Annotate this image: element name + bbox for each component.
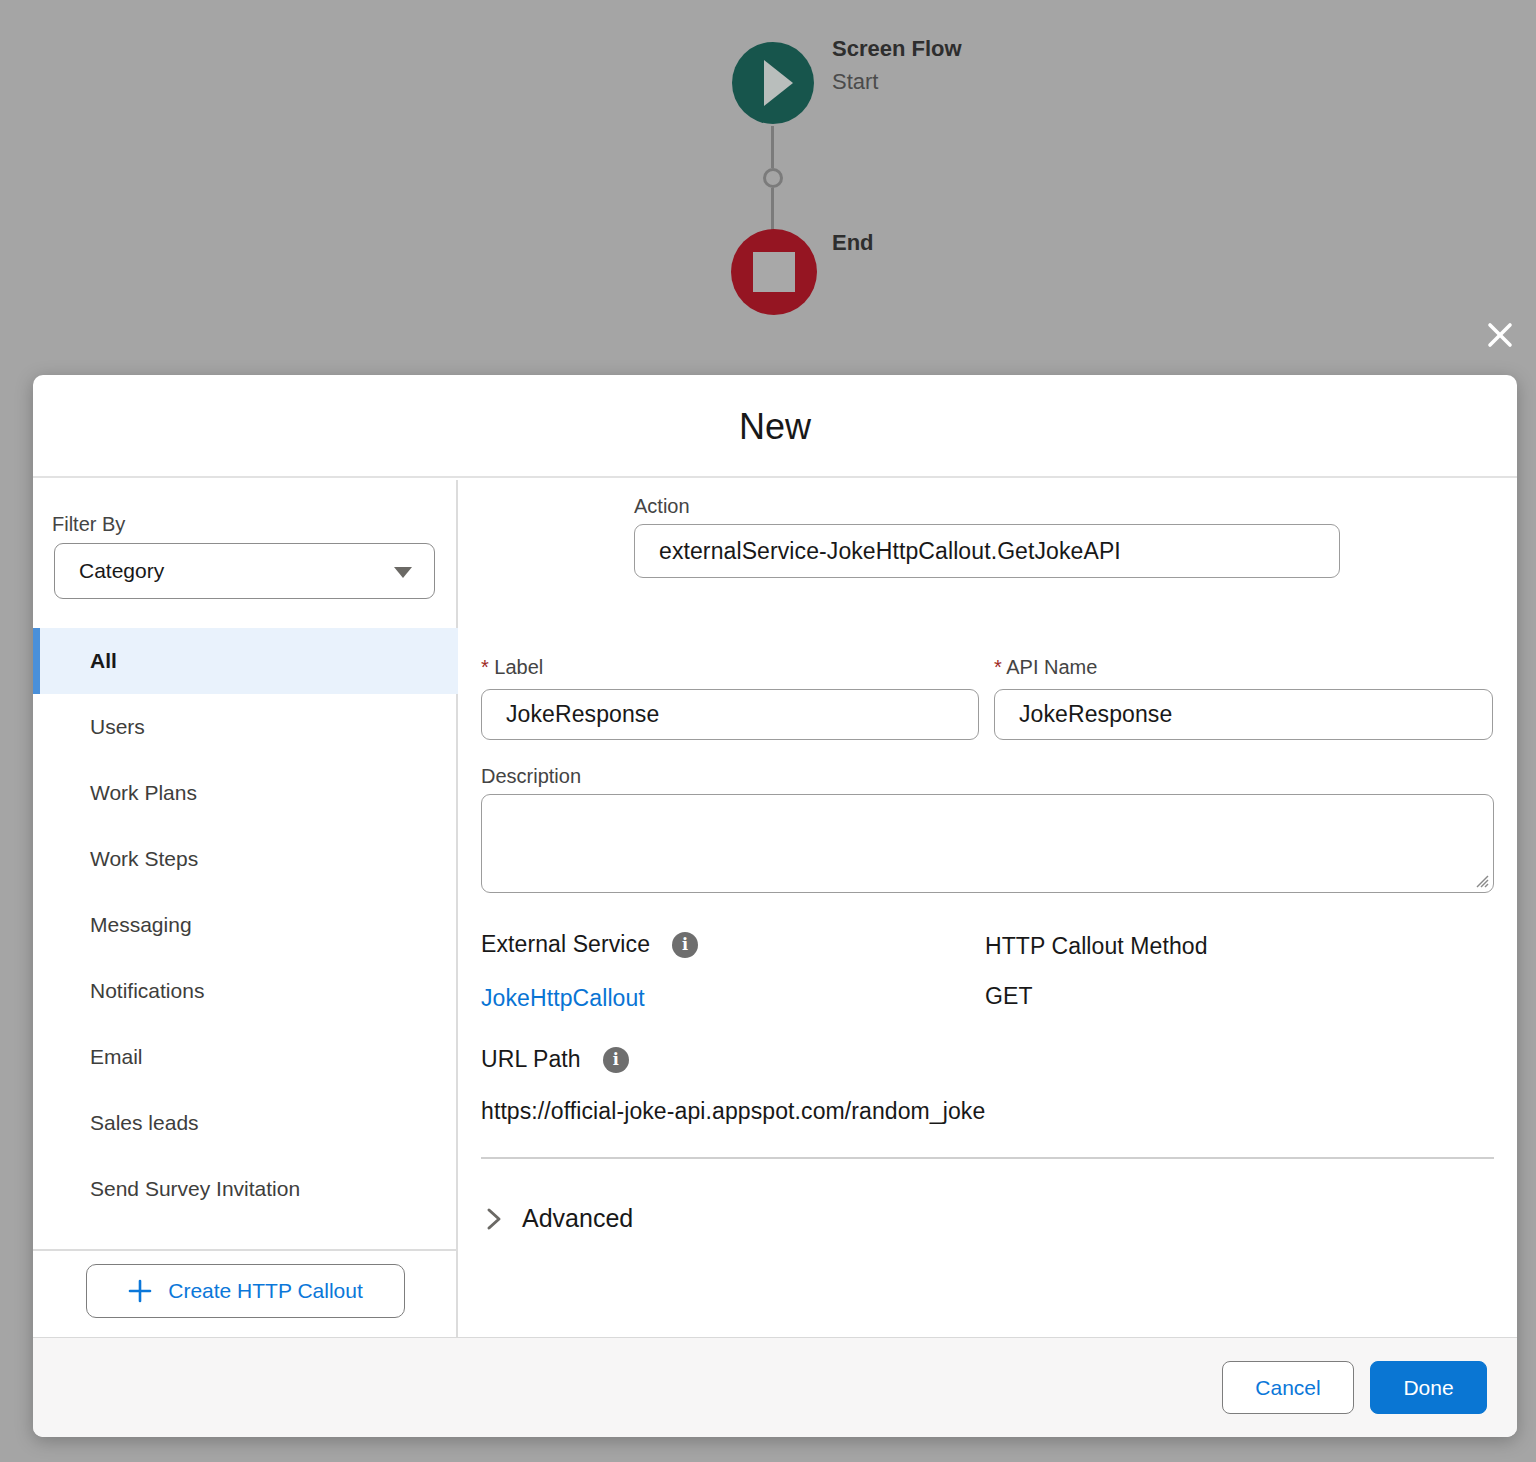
chevron-down-icon (394, 567, 412, 578)
start-node-title: Screen Flow (832, 36, 962, 62)
end-node[interactable] (731, 229, 817, 315)
sidebar-divider (33, 1249, 458, 1251)
start-node[interactable] (732, 42, 814, 124)
done-button[interactable]: Done (1370, 1361, 1487, 1414)
url-path-value: https://official-joke-api.appspot.com/ra… (481, 1098, 985, 1125)
close-icon[interactable] (1486, 321, 1514, 349)
category-dropdown[interactable]: Category (54, 543, 435, 599)
url-path-label: URL Path (481, 1046, 581, 1073)
api-name-value: JokeResponse (1019, 701, 1172, 728)
http-method-label: HTTP Callout Method (985, 933, 1208, 960)
start-node-label: Screen Flow Start (832, 36, 962, 95)
stop-icon (753, 252, 795, 292)
description-label: Description (481, 765, 581, 788)
start-node-subtitle: Start (832, 69, 962, 95)
modal-header: New (33, 375, 1517, 478)
sidebar-item-sales-leads[interactable]: Sales leads (33, 1090, 458, 1156)
external-service-link[interactable]: JokeHttpCallout (481, 985, 645, 1012)
info-icon[interactable]: i (603, 1047, 629, 1073)
connector-line-bottom (771, 188, 774, 230)
info-icon[interactable]: i (672, 932, 698, 958)
filter-by-label: Filter By (52, 513, 125, 536)
chevron-right-icon (483, 1207, 503, 1231)
sidebar-item-messaging[interactable]: Messaging (33, 892, 458, 958)
advanced-label: Advanced (522, 1204, 633, 1233)
action-input[interactable]: externalService-JokeHttpCallout.GetJokeA… (634, 524, 1340, 578)
api-name-field-label: API Name (994, 656, 1097, 679)
sidebar-item-work-steps[interactable]: Work Steps (33, 826, 458, 892)
sidebar-item-work-plans[interactable]: Work Plans (33, 760, 458, 826)
api-name-input[interactable]: JokeResponse (994, 689, 1493, 740)
plus-icon (128, 1279, 152, 1303)
description-textarea[interactable] (481, 794, 1494, 893)
sidebar-item-notifications[interactable]: Notifications (33, 958, 458, 1024)
label-field-label: Label (481, 656, 543, 679)
action-label: Action (634, 495, 690, 518)
end-node-title: End (832, 230, 874, 256)
connector-add-node[interactable] (763, 168, 783, 188)
http-method-value: GET (985, 983, 1033, 1010)
sidebar-item-all[interactable]: All (33, 628, 458, 694)
category-list: AllUsersWork PlansWork StepsMessagingNot… (33, 628, 458, 1222)
label-value: JokeResponse (506, 701, 659, 728)
action-value: externalService-JokeHttpCallout.GetJokeA… (659, 538, 1121, 565)
category-dropdown-value: Category (79, 559, 164, 583)
new-action-modal: New Filter By Category AllUsersWork Plan… (33, 375, 1517, 1437)
external-service-label: External Service (481, 931, 650, 958)
label-input[interactable]: JokeResponse (481, 689, 979, 740)
end-node-label: End (832, 230, 874, 256)
external-service-row: External Service i (481, 931, 698, 958)
url-path-row: URL Path i (481, 1046, 629, 1073)
sidebar-item-send-survey-invitation[interactable]: Send Survey Invitation (33, 1156, 458, 1222)
resize-handle[interactable] (1473, 872, 1489, 888)
create-http-callout-button[interactable]: Create HTTP Callout (86, 1264, 405, 1318)
modal-title: New (33, 406, 1517, 448)
advanced-section-toggle[interactable]: Advanced (483, 1204, 633, 1233)
sidebar-item-email[interactable]: Email (33, 1024, 458, 1090)
modal-footer: Cancel Done (33, 1337, 1517, 1437)
section-divider (481, 1157, 1494, 1159)
connector-line-top (771, 126, 774, 168)
sidebar-item-users[interactable]: Users (33, 694, 458, 760)
create-http-callout-label: Create HTTP Callout (168, 1279, 363, 1303)
cancel-button[interactable]: Cancel (1222, 1361, 1354, 1414)
play-icon (764, 60, 793, 106)
